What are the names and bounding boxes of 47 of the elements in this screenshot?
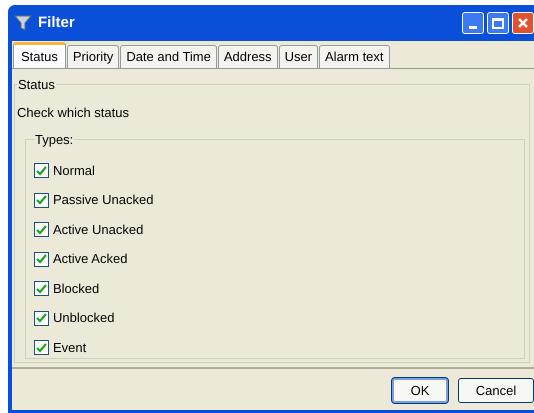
funnel-icon [14, 14, 32, 32]
checkbox-row[interactable]: Passive Unacked [34, 192, 524, 208]
checkbox[interactable] [34, 340, 49, 355]
maximize-button[interactable] [487, 12, 509, 34]
close-button[interactable] [512, 12, 534, 34]
tab[interactable]: User [278, 45, 318, 68]
checkbox-row[interactable]: Blocked [34, 280, 524, 296]
check-icon [36, 224, 47, 234]
check-icon [36, 342, 47, 352]
checkbox-row[interactable]: Active Acked [34, 251, 524, 267]
checkbox-row[interactable]: Unblocked [34, 310, 524, 326]
checkbox[interactable] [34, 192, 49, 208]
minimize-button[interactable] [462, 12, 484, 34]
groupbox-title: Types: [34, 131, 74, 149]
checkbox[interactable] [34, 222, 49, 237]
checkbox-label: Event [53, 338, 86, 357]
checkbox-label: Active Acked [53, 250, 128, 268]
window-title: Filter [38, 12, 75, 33]
tab[interactable]: Status [13, 42, 66, 68]
checkbox-label: Passive Unacked [53, 191, 154, 210]
tab[interactable]: Address [218, 45, 278, 68]
checkbox[interactable] [34, 252, 49, 266]
check-icon [36, 166, 47, 176]
tab[interactable]: Alarm text [319, 45, 390, 68]
checkbox-label: Blocked [53, 280, 100, 298]
dialog-button[interactable]: Cancel [458, 378, 534, 403]
minimize-icon [469, 26, 477, 29]
tab[interactable]: Date and Time [120, 45, 217, 68]
checkbox[interactable] [34, 310, 49, 326]
checkbox-row[interactable]: Event [34, 340, 524, 356]
check-icon [36, 313, 47, 323]
checkbox-label: Active Unacked [53, 220, 144, 239]
tab[interactable]: Priority [66, 45, 120, 68]
check-icon [36, 254, 47, 264]
close-icon [517, 17, 529, 29]
check-icon [36, 284, 47, 294]
checkbox-label: Unblocked [53, 309, 114, 328]
dialog-button[interactable]: OK [392, 378, 448, 403]
maximize-icon [492, 18, 504, 28]
checkbox[interactable] [34, 281, 49, 296]
checkbox-row[interactable]: Normal [34, 162, 524, 178]
instruction-text: Check which status [17, 104, 130, 122]
check-icon [36, 195, 47, 205]
checkbox-row[interactable]: Active Unacked [34, 222, 524, 238]
checkbox-label: Normal [53, 162, 95, 180]
checkbox[interactable] [34, 163, 49, 178]
groupbox-title: Status [17, 76, 56, 94]
